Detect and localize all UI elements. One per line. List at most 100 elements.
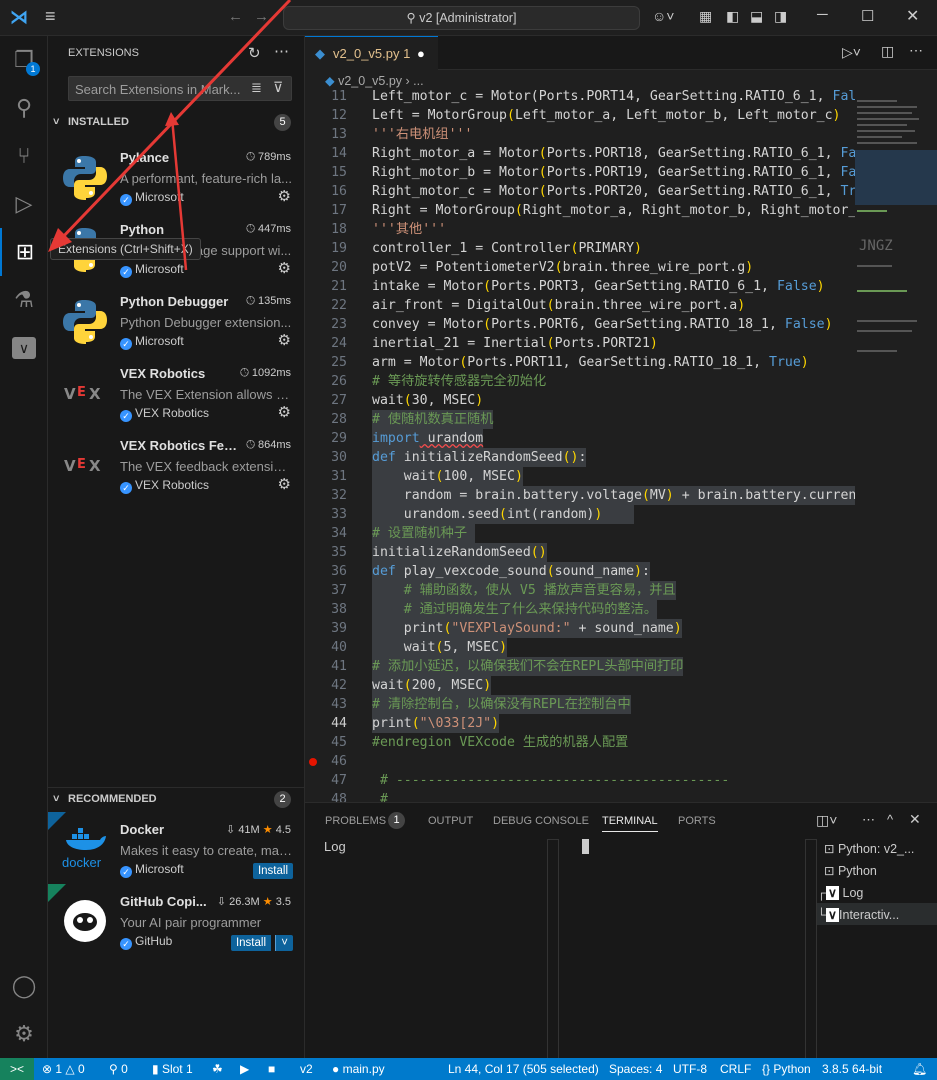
cursor-position[interactable]: Ln 44, Col 17 (505 selected) (448, 1058, 599, 1080)
scrollbar[interactable] (805, 839, 817, 1059)
extension-item[interactable]: Python Debugger 🕓︎ 135ms Python Debugger e… (48, 284, 305, 356)
code-line[interactable]: 14 Right_motor_a = Motor(Ports.PORT18, Ge… (305, 144, 855, 163)
slot-selector[interactable]: ▮ Slot 1 (152, 1058, 193, 1080)
source-control-icon[interactable]: ⑂ (0, 132, 48, 180)
unsaved-dot-icon[interactable]: ● (417, 37, 425, 70)
run-debug-icon[interactable]: ▷ (0, 180, 48, 228)
code-line[interactable]: 18 '''其他''' (305, 220, 855, 239)
back-arrow-icon[interactable]: ← (228, 8, 243, 25)
tab-problems[interactable]: PROBLEMS (325, 815, 386, 827)
manage-gear-icon[interactable]: ⚙ (278, 331, 291, 349)
code-line[interactable]: 26 # 等待旋转传感器完全初始化 (305, 372, 855, 391)
code-editor[interactable]: 11 Left_motor_c = Motor(Ports.PORT14, Gea… (305, 90, 855, 802)
code-line[interactable]: 17 Right = MotorGroup(Right_motor_a, Righ… (305, 201, 855, 220)
tab-debug-console[interactable]: DEBUG CONSOLE (493, 815, 589, 827)
tab-v2-0-v5-py[interactable]: ◆ v2_0_v5.py 1 ● (305, 36, 438, 70)
more-actions-icon[interactable]: ⋯ (274, 42, 289, 60)
run-python-file-icon[interactable]: ▷˅ (842, 44, 861, 61)
code-line[interactable]: 20 potV2 = PotentiometerV2(brain.three_wi… (305, 258, 855, 277)
more-actions-icon[interactable]: ⋯ (862, 812, 875, 828)
toggle-sidebar-icon[interactable]: ◧ (726, 8, 739, 25)
minimize-icon[interactable]: ─ (817, 6, 828, 23)
code-line[interactable]: 33 urandom.seed(int(random)) (305, 505, 855, 524)
installed-section-header[interactable]: ˅ INSTALLED 5 (48, 111, 305, 133)
maximize-icon[interactable]: ☐ (861, 7, 874, 25)
extensions-search-input[interactable]: Search Extensions in Mark... ≣ ⊽ (68, 76, 292, 101)
code-line[interactable]: 30 def initializeRandomSeed(): (305, 448, 855, 467)
clear-filter-icon[interactable]: ≣ (251, 80, 262, 96)
search-icon[interactable]: ⚲ (0, 84, 48, 132)
code-line[interactable]: 37 # 辅助函数，使从 V5 播放声音更容易，并且 (305, 581, 855, 600)
tab-output[interactable]: OUTPUT (428, 815, 473, 827)
code-line[interactable]: 25 arm = Motor(Ports.PORT11, GearSetting.… (305, 353, 855, 372)
terminal-item-python[interactable]: ⊡ Python (824, 863, 877, 878)
code-line[interactable]: 42 wait(200, MSEC) (305, 676, 855, 695)
run-icon[interactable]: ▶ (240, 1058, 249, 1080)
notifications-bell-icon[interactable]: 🔔︎ (912, 1058, 927, 1080)
extension-item[interactable]: docker Docker ⇩ 41M ★ 4.5 Makes it easy to … (48, 812, 305, 884)
code-line[interactable]: 45 #endregion VEXcode 生成的机器人配置 (305, 733, 855, 752)
breadcrumb-symbol[interactable]: ... (413, 74, 423, 88)
recommended-section-header[interactable]: ˅ RECOMMENDED 2 (48, 788, 305, 810)
extension-item[interactable]: V E X VEX Robotics Fee... 🕓︎ 864ms The VEX fe… (48, 428, 305, 500)
code-line[interactable]: 46 (305, 752, 855, 771)
code-line[interactable]: 32 random = brain.battery.voltage(MV) + … (305, 486, 855, 505)
install-button[interactable]: Install (252, 863, 293, 879)
tab-terminal[interactable]: TERMINAL (602, 815, 658, 832)
terminal-item-python-run[interactable]: ⊡ Python: v2_... (824, 841, 914, 856)
code-line[interactable]: 29 import urandom (305, 429, 855, 448)
explorer-icon[interactable]: ❐ 1 (0, 36, 48, 84)
command-center[interactable]: ⚲ v2 [Administrator] (283, 6, 640, 30)
copilot-icon[interactable]: ☺˅ (652, 8, 674, 24)
line-ending[interactable]: CRLF (720, 1058, 751, 1080)
code-line[interactable]: 44 print("\033[2J") (305, 714, 855, 733)
code-line[interactable]: 36 def play_vexcode_sound(sound_name): (305, 562, 855, 581)
manage-gear-icon[interactable]: ⚙ (278, 475, 291, 493)
breadcrumb-file[interactable]: v2_0_v5.py (338, 74, 402, 88)
code-line[interactable]: 31 wait(100, MSEC) (305, 467, 855, 486)
maximize-panel-icon[interactable]: ^ (887, 812, 893, 827)
split-editor-icon[interactable]: ◫ (881, 43, 894, 60)
code-line[interactable]: 47 # -----------------------------------… (305, 771, 855, 790)
extension-item[interactable]: V E X VEX Robotics 🕓︎ 1092ms The VEX Extensio… (48, 356, 305, 428)
terminal-item-interactive[interactable]: └ ∨ Interactiv... (817, 907, 899, 922)
more-actions-icon[interactable]: ⋯ (909, 42, 923, 59)
indentation[interactable]: Spaces: 4 (609, 1058, 662, 1080)
code-line[interactable]: 23 convey = Motor(Ports.PORT6, GearSettin… (305, 315, 855, 334)
encoding[interactable]: UTF-8 (673, 1058, 707, 1080)
install-button[interactable]: Install (230, 935, 271, 951)
vex-device-icon[interactable]: ☘ (212, 1058, 223, 1080)
code-line[interactable]: 12 Left = MotorGroup(Left_motor_a, Left_m… (305, 106, 855, 125)
refresh-icon[interactable]: ↻ (248, 44, 261, 62)
code-line[interactable]: 15 Right_motor_b = Motor(Ports.PORT19, Ge… (305, 163, 855, 182)
problems-status[interactable]: ⊗ 1 △ 0 (42, 1058, 85, 1080)
minimap[interactable]: JNGZ (855, 90, 937, 802)
code-line[interactable]: 34 # 设置随机种子 (305, 524, 855, 543)
code-line[interactable]: 24 inertial_21 = Inertial(Ports.PORT21) (305, 334, 855, 353)
breakpoint-icon[interactable] (309, 758, 317, 766)
split-terminal-icon[interactable]: ◫˅ (816, 812, 837, 829)
manage-gear-icon[interactable]: ⚙ (0, 1010, 48, 1058)
code-line[interactable]: 35 initializeRandomSeed() (305, 543, 855, 562)
accounts-icon[interactable]: ◯ (0, 962, 48, 1010)
code-line[interactable]: 43 # 清除控制台，以确保没有REPL在控制台中 (305, 695, 855, 714)
code-line[interactable]: 39 print("VEXPlaySound:" + sound_name) (305, 619, 855, 638)
toggle-secondary-sidebar-icon[interactable]: ◨ (774, 8, 787, 25)
remote-indicator[interactable]: >< (0, 1058, 34, 1080)
code-line[interactable]: 28 # 使随机数真正随机 (305, 410, 855, 429)
code-line[interactable]: 19 controller_1 = Controller(PRIMARY) (305, 239, 855, 258)
code-line[interactable]: 38 # 通过明确发生了什么来保持代码的整洁。 (305, 600, 855, 619)
install-dropdown-icon[interactable]: ˅ (275, 935, 293, 951)
close-window-icon[interactable]: ✕ (906, 6, 919, 26)
code-line[interactable]: 21 intake = Motor(Ports.PORT3, GearSettin… (305, 277, 855, 296)
code-line[interactable]: 40 wait(5, MSEC) (305, 638, 855, 657)
stop-icon[interactable]: ■ (268, 1058, 275, 1080)
menu-icon[interactable]: ≡ (45, 6, 56, 27)
active-file-status[interactable]: ● main.py (332, 1058, 385, 1080)
tab-ports[interactable]: PORTS (678, 815, 716, 827)
terminal-item-log[interactable]: ┌ ∨ Log (817, 885, 863, 900)
code-line[interactable]: 41 # 添加小延迟，以确保我们不会在REPL头部中间打印 (305, 657, 855, 676)
scrollbar[interactable] (547, 839, 559, 1059)
language-mode[interactable]: {} Python (762, 1058, 811, 1080)
python-interpreter[interactable]: 3.8.5 64-bit (822, 1058, 882, 1080)
